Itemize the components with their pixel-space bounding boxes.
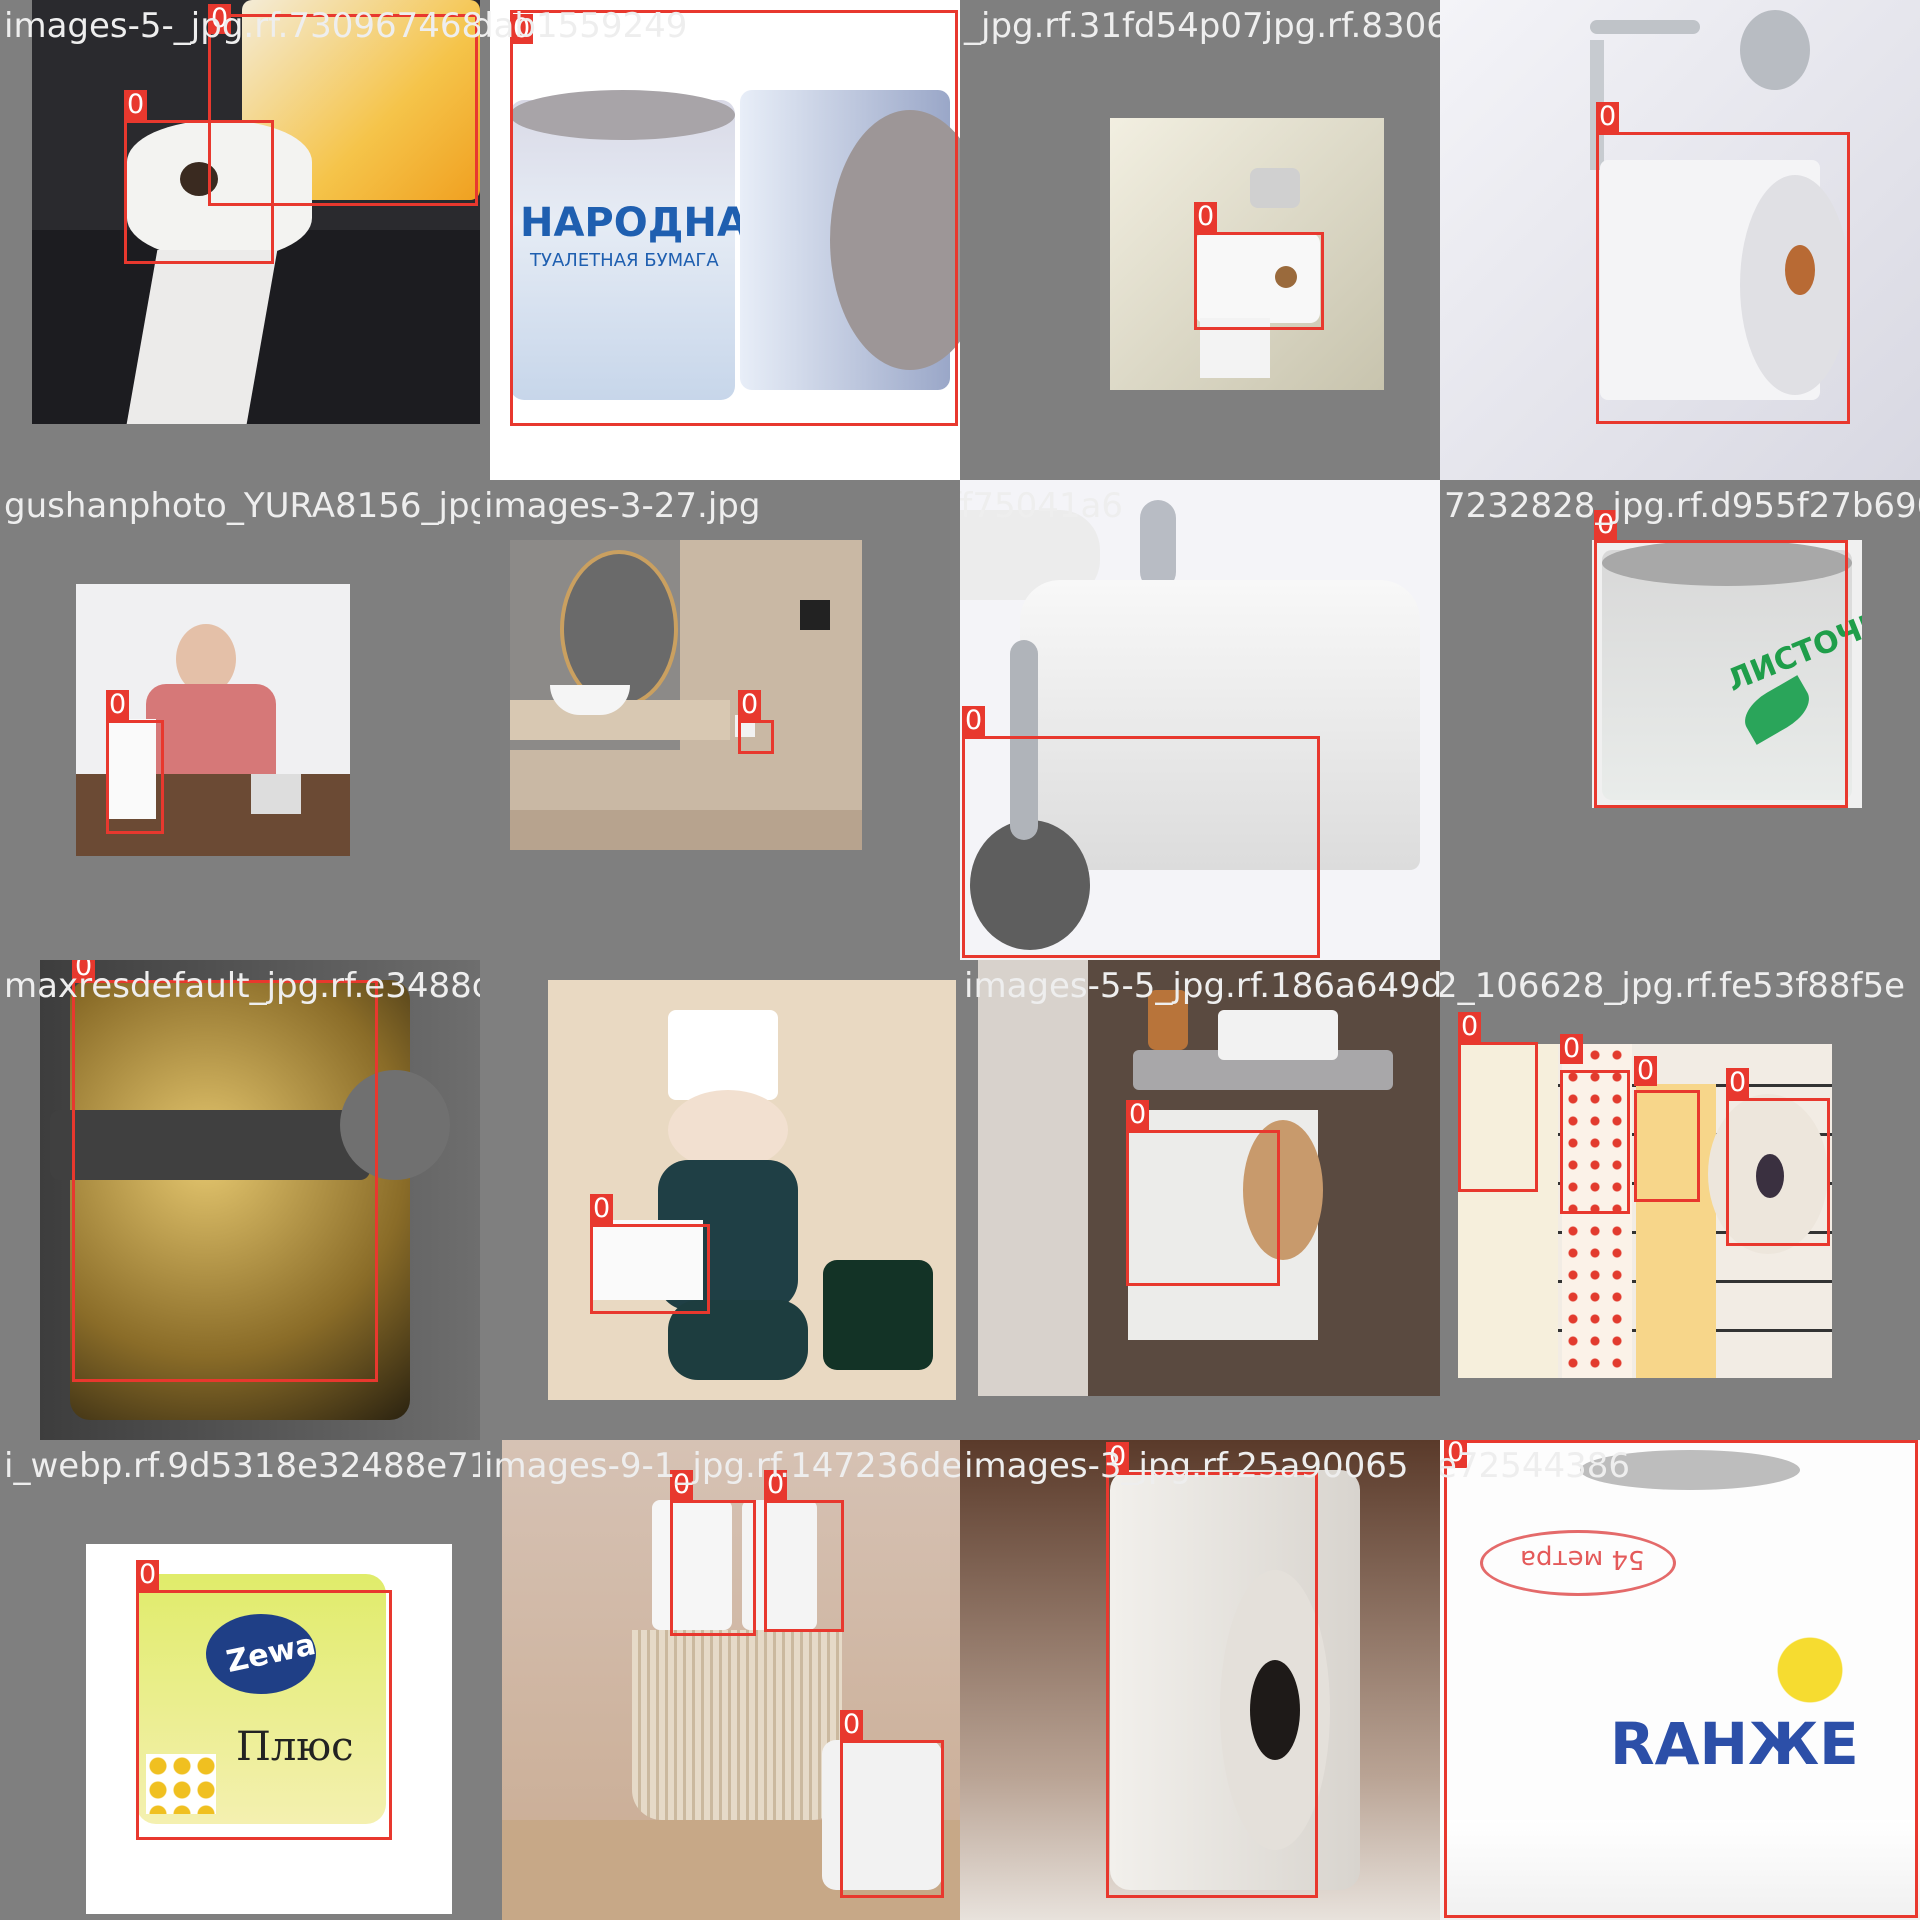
bbox	[962, 736, 1320, 958]
bbox-label: 0	[1560, 1034, 1584, 1064]
bbox-label: 0	[136, 1560, 160, 1590]
bbox	[136, 1590, 392, 1840]
tile-13: Zewa Плюс 0 i_webp.rf.9d5318e32488e71	[0, 1440, 480, 1920]
photo	[548, 980, 956, 1400]
tile-1: 0 0 images-5-_jpg.rf.730967468d9e3487860…	[0, 0, 480, 480]
bbox	[510, 10, 958, 426]
bbox-label: 0	[1634, 1056, 1658, 1086]
bbox-label: 0	[670, 1470, 694, 1500]
tile-caption: _jpg.rf.31fd54p07jpg.rf.8306b19f69258f0i…	[964, 6, 1440, 46]
tile-10: 0	[480, 960, 960, 1440]
bbox-label: 0	[764, 1470, 788, 1500]
bbox	[1560, 1070, 1630, 1214]
tile-2: НАРОДНАЯ ТУАЛЕТНАЯ БУМАГА 0 dab1559249	[480, 0, 960, 480]
tile-caption: 2_106628_jpg.rf.fe53f88f5e	[1440, 966, 1906, 1006]
bbox-label: 0	[1596, 102, 1620, 132]
tile-7: 0 eff75041a6	[960, 480, 1440, 960]
bbox-label: 0	[72, 960, 96, 982]
tile-11: 0 images-5-5_jpg.rf.186a649d7	[960, 960, 1440, 1440]
bbox-label: 0	[1106, 1442, 1130, 1472]
tile-4: 0	[1440, 0, 1920, 480]
bbox	[764, 1500, 844, 1632]
bbox	[72, 980, 378, 1382]
bbox	[1634, 1090, 1700, 1202]
tile-9: 0 maxresdefault_jpg.rf.e3488d7d29e6daje1…	[0, 960, 480, 1440]
bbox-label: 0	[1126, 1100, 1150, 1130]
bbox-label: 0	[208, 4, 232, 34]
bbox	[840, 1740, 944, 1898]
bbox	[1106, 1472, 1318, 1898]
mosaic-grid: 0 0 images-5-_jpg.rf.730967468d9e3487860…	[0, 0, 1920, 1920]
bbox-label: 0	[1444, 1440, 1468, 1468]
tile-caption: i_webp.rf.9d5318e32488e71	[4, 1446, 480, 1486]
bbox-label: 0	[1194, 202, 1218, 232]
tile-6: 0 images-3-27.jpg	[480, 480, 960, 960]
tile-caption: gushanphoto_YURA8156_jpg.rf.09431827bdfa…	[4, 486, 480, 526]
tile-8: ЛИСТОЧЕК 0 7232828_jpg.rf.d955f27b6900fe…	[1440, 480, 1920, 960]
bbox	[590, 1224, 710, 1314]
photo	[510, 540, 862, 850]
tile-caption: images-3-27.jpg	[484, 486, 761, 526]
bbox	[1726, 1098, 1830, 1246]
bbox-label: 0	[738, 690, 762, 720]
bbox	[1444, 1440, 1918, 1918]
tile-15: 0 images-3_jpg.rf.25a90065	[960, 1440, 1440, 1920]
bbox	[1458, 1042, 1538, 1192]
tile-14: 0 0 0 images-9-1_jpg.rf.147236de	[480, 1440, 960, 1920]
tile-16: 54 метра RAHЖЕ 0 e72544386	[1440, 1440, 1920, 1920]
bbox-label: 0	[1458, 1012, 1482, 1042]
tile-5: 0 gushanphoto_YURA8156_jpg.rf.09431827bd…	[0, 480, 480, 960]
bbox-label: 0	[962, 706, 986, 736]
bbox-label: 0	[840, 1710, 864, 1740]
bbox	[670, 1500, 756, 1636]
bbox-label: 0	[106, 690, 130, 720]
bbox-label: 0	[510, 14, 534, 44]
bbox-label: 0	[1594, 510, 1618, 540]
bbox	[1594, 540, 1848, 808]
bbox	[1194, 232, 1324, 330]
bbox-label: 0	[124, 90, 148, 120]
bbox-label: 0	[1726, 1068, 1750, 1098]
tile-3: 0 _jpg.rf.31fd54p07jpg.rf.8306b19f69258f…	[960, 0, 1440, 480]
bbox-label: 0	[590, 1194, 614, 1224]
bbox	[738, 720, 774, 754]
tile-12: 0 0 0 0 2_106628_jpg.rf.fe53f88f5e	[1440, 960, 1920, 1440]
bbox	[1126, 1130, 1280, 1286]
bbox	[106, 720, 164, 834]
bbox	[1596, 132, 1850, 424]
bbox	[208, 14, 478, 206]
tile-caption: 7232828_jpg.rf.d955f27b6900fe8	[1444, 486, 1920, 526]
